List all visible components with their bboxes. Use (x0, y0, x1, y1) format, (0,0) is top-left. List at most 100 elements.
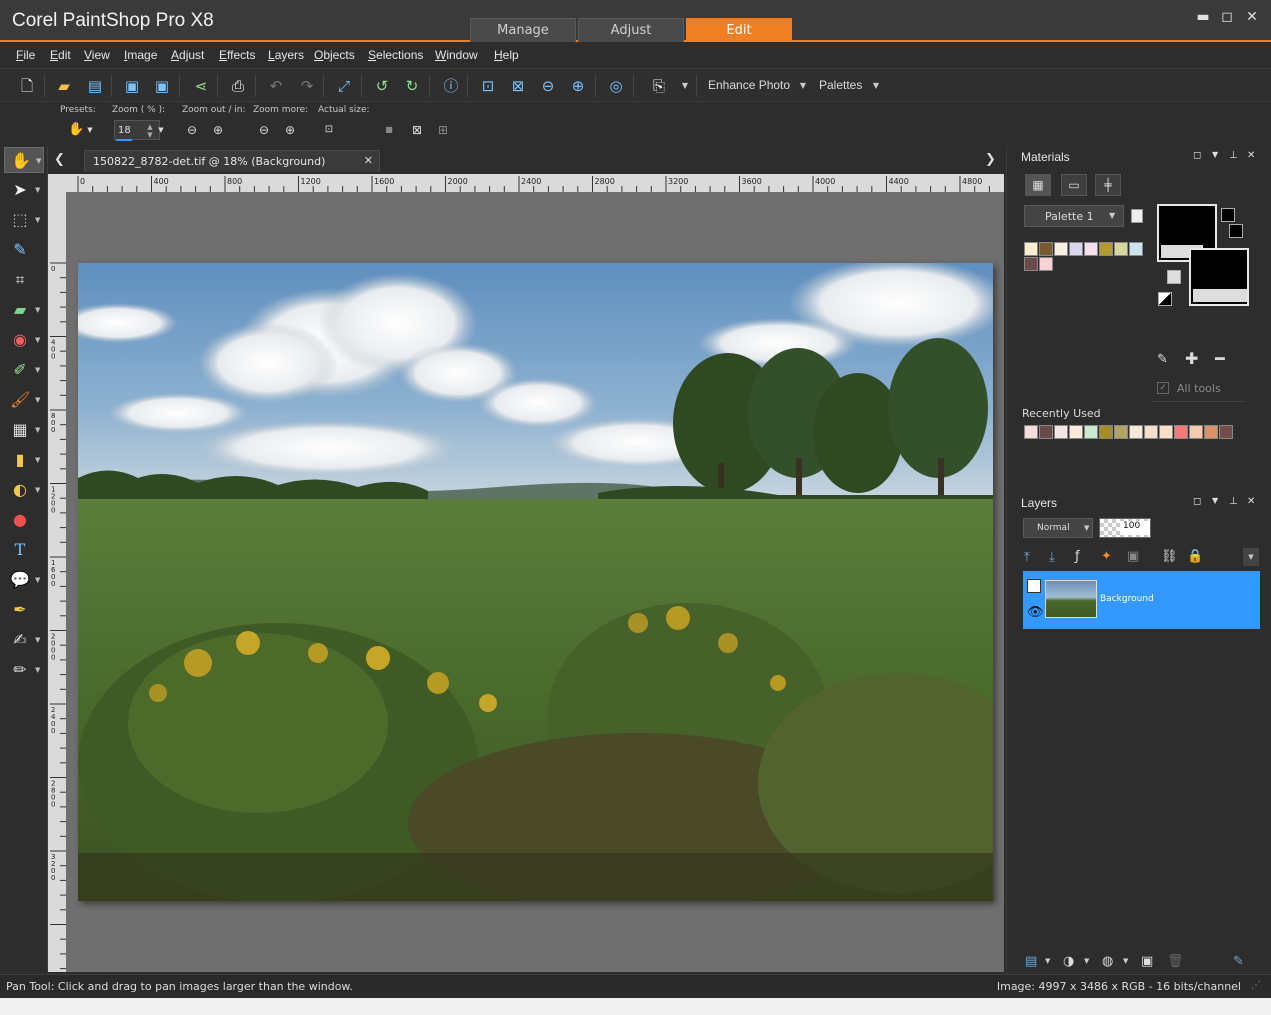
chevron-down-icon[interactable]: ▼ (153, 122, 169, 138)
color-wheel-tab-icon[interactable]: ╪ (1095, 174, 1121, 196)
next-document-icon[interactable]: ❯ (985, 152, 996, 167)
add-swatch-icon[interactable]: ✚ (1185, 349, 1198, 368)
palette-swatch[interactable] (1039, 242, 1053, 256)
scan-icon[interactable]: ▤ (84, 75, 106, 97)
adjustment-layer-icon[interactable]: ◑ (1063, 954, 1074, 969)
clone-tool[interactable]: ✐ ▼ (4, 357, 44, 383)
gradient-tab-icon[interactable]: ▭ (1061, 174, 1087, 196)
recent-swatch[interactable] (1099, 425, 1113, 439)
recent-swatch[interactable] (1204, 425, 1218, 439)
paint-brush-tool[interactable]: 🖌 ▼ (4, 387, 44, 413)
text-tool[interactable]: T (4, 537, 44, 563)
lock-icon[interactable]: 🔒 (1187, 549, 1203, 564)
palette-swatch[interactable] (1114, 242, 1128, 256)
layers-menu-icon[interactable]: ▼ (1243, 548, 1259, 566)
swatches-tab-icon[interactable]: ▦ (1025, 174, 1051, 196)
menu-objects[interactable]: Objects (314, 48, 355, 62)
chevron-down-icon[interactable]: ▼ (674, 75, 696, 97)
panel-restore-icon[interactable]: ◻ (1193, 496, 1201, 507)
group-layer-icon[interactable]: ▣ (1141, 954, 1153, 969)
wand-icon[interactable]: ✦ (1101, 549, 1112, 564)
recent-swatch[interactable] (1219, 425, 1233, 439)
small-bg-swatch[interactable] (1229, 224, 1243, 238)
palette-swatch[interactable] (1084, 242, 1098, 256)
panel-menu-icon[interactable]: ▼ (1212, 496, 1218, 505)
pen-tool[interactable]: ✒ (4, 597, 44, 623)
pick-tool[interactable]: ➤ ▼ (4, 177, 44, 203)
zoom-more-out-icon[interactable]: ⊖ (256, 122, 272, 138)
gradient-tool[interactable]: ▦ ▼ (4, 417, 44, 443)
panel-restore-icon[interactable]: ◻ (1193, 150, 1201, 161)
open-icon[interactable]: ▰ (53, 75, 75, 97)
palette-swatch[interactable] (1054, 242, 1068, 256)
recent-swatch[interactable] (1039, 425, 1053, 439)
all-tools-checkbox[interactable]: ✓ (1157, 382, 1169, 394)
recent-swatch[interactable] (1114, 425, 1128, 439)
fit-window-icon[interactable]: ⊠ (507, 75, 529, 97)
red-eye-tool[interactable]: ◉ ▼ (4, 327, 44, 353)
swap-colors-icon[interactable] (1167, 270, 1181, 284)
recent-swatch[interactable] (1024, 425, 1038, 439)
pan-tool[interactable]: ✋ ▼ (4, 147, 44, 173)
background-style-buttons[interactable] (1193, 289, 1247, 302)
menu-adjust[interactable]: Adjust (171, 48, 204, 62)
share-icon[interactable]: ⋖ (190, 75, 212, 97)
move-layer-down-icon[interactable]: ⤓ (1049, 550, 1055, 565)
panel-pin-icon[interactable]: ⊥ (1229, 496, 1238, 507)
zoom-more-in-icon[interactable]: ⊕ (282, 122, 298, 138)
screen-icon[interactable]: ◎ (605, 75, 627, 97)
remove-swatch-icon[interactable]: ━ (1215, 349, 1225, 368)
zoom-100-icon[interactable]: ⊡ (477, 75, 499, 97)
fx-icon[interactable]: ƒ (1075, 549, 1080, 564)
panel-close-icon[interactable]: ✕ (1247, 150, 1255, 161)
palette-swatch[interactable] (1099, 242, 1113, 256)
palette-swatch[interactable] (1024, 242, 1038, 256)
chevron-down-icon[interactable]: ▼ (1045, 957, 1050, 965)
palette-select[interactable]: Palette 1 ▼ (1024, 205, 1124, 227)
zoom-input[interactable] (115, 121, 145, 139)
zoom-in-icon[interactable]: ⊕ (567, 75, 589, 97)
palette-swatch[interactable] (1024, 257, 1038, 271)
straighten-tool[interactable]: ▰ ▼ (4, 297, 44, 323)
dodge-tool[interactable]: ◐ ▼ (4, 477, 44, 503)
panel-menu-icon[interactable]: ▼ (1212, 150, 1218, 159)
blend-mode-select[interactable]: Normal ▼ (1023, 518, 1093, 538)
recent-swatch[interactable] (1084, 425, 1098, 439)
mask-layer-icon[interactable]: ◍ (1102, 954, 1113, 969)
image-canvas[interactable] (78, 263, 993, 901)
menu-help[interactable]: Help (494, 48, 519, 62)
delete-layer-icon[interactable]: 🗑 (1167, 954, 1184, 969)
menu-edit[interactable]: Edit (50, 48, 71, 62)
menu-view[interactable]: View (84, 48, 110, 62)
recent-swatch[interactable] (1144, 425, 1158, 439)
maximize-button[interactable]: ◻ (1217, 8, 1237, 26)
menu-layers[interactable]: Layers (268, 48, 304, 62)
layer-expand-icon[interactable] (1027, 579, 1041, 593)
selection-tool[interactable]: ⬚ ▼ (4, 207, 44, 233)
fit-icon[interactable]: ⊠ (409, 122, 425, 138)
recent-swatch[interactable] (1159, 425, 1173, 439)
tab-manage[interactable]: Manage (470, 18, 576, 42)
fill-tool[interactable]: ● (4, 507, 44, 533)
opacity-field[interactable]: 100 (1099, 518, 1151, 538)
canvas-area[interactable] (66, 192, 1004, 972)
new-raster-layer-icon[interactable]: ▤ (1025, 954, 1037, 969)
crop-tool[interactable]: ⌗ (4, 267, 44, 293)
close-window-button[interactable]: ✕ (1242, 8, 1262, 26)
recent-swatch[interactable] (1069, 425, 1083, 439)
layer-row-background[interactable]: 👁 Background (1023, 571, 1260, 629)
info-icon[interactable]: ⓘ (440, 75, 462, 97)
grid-icon[interactable]: ⊞ (435, 122, 451, 138)
close-document-icon[interactable]: ✕ (364, 154, 373, 167)
zoom-out-icon[interactable]: ⊖ (184, 122, 200, 138)
save-as-icon[interactable]: ▣ (151, 75, 173, 97)
smudge-tool[interactable]: ✍ ▼ (4, 627, 44, 653)
resize-grip-icon[interactable]: ⋰ (1251, 980, 1261, 991)
mask-icon[interactable]: ▣ (1127, 549, 1139, 564)
menu-selections[interactable]: Selections (368, 48, 423, 62)
save-icon[interactable]: ▣ (121, 75, 143, 97)
tab-edit[interactable]: Edit (686, 18, 792, 42)
eraser-tool[interactable]: ▮ ▼ (4, 447, 44, 473)
retouch-tool[interactable]: ✏ ▼ (4, 657, 44, 683)
print-icon[interactable]: ⎙ (227, 75, 249, 97)
